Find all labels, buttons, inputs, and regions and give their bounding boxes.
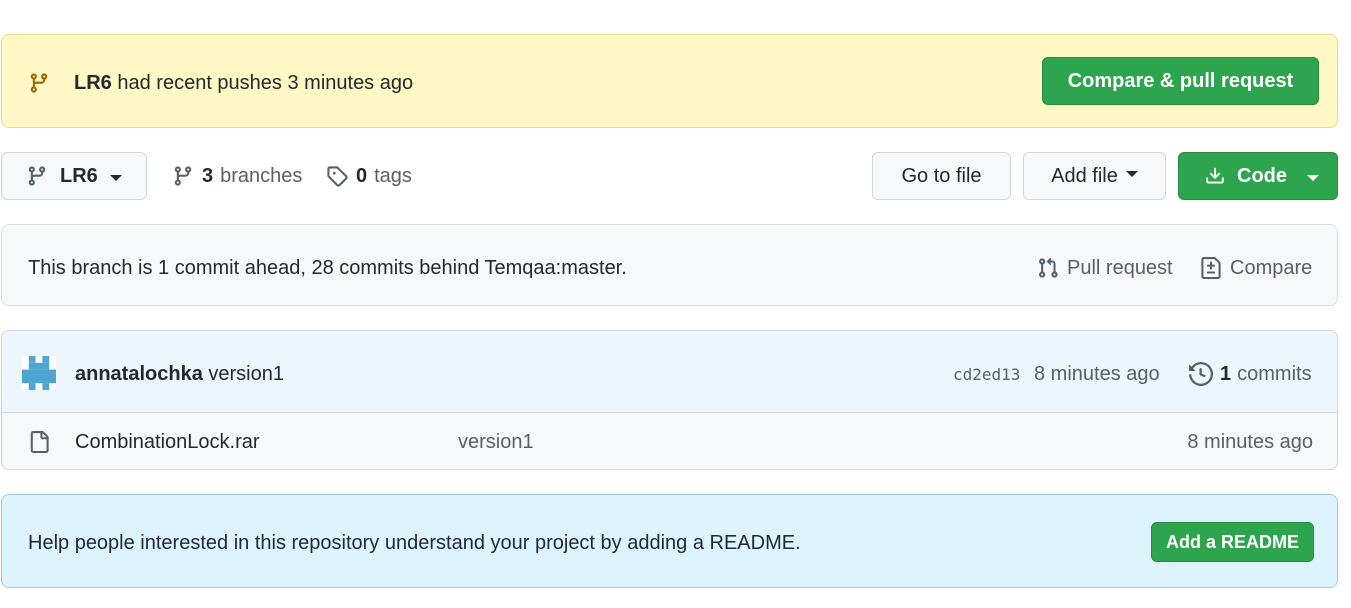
avatar[interactable] — [22, 356, 56, 390]
commit-summary: annatalochka version1 — [75, 362, 284, 386]
commits-label: commits — [1237, 363, 1312, 385]
commit-time: 8 minutes ago — [1034, 363, 1160, 385]
branches-label: branches — [220, 165, 303, 187]
tags-count: 0 — [356, 165, 368, 187]
file-icon — [30, 431, 49, 453]
recent-pushes-message: had recent pushes 3 minutes ago — [117, 72, 414, 94]
add-readme-button[interactable]: Add a README — [1151, 522, 1314, 562]
code-label: Code — [1237, 164, 1287, 187]
go-to-file-button[interactable]: Go to file — [872, 152, 1011, 200]
file-commit-time: 8 minutes ago — [1187, 431, 1313, 453]
commit-author[interactable]: annatalochka — [75, 363, 203, 385]
commits-count: 1 — [1220, 363, 1232, 385]
chevron-down-icon — [109, 174, 122, 181]
file-diff-icon — [1201, 257, 1221, 279]
compare-label: Compare — [1230, 257, 1313, 279]
git-branch-icon — [30, 73, 48, 93]
latest-commit-row: annatalochka version1 cd2ed13 8 minutes … — [2, 331, 1337, 413]
commit-sha[interactable]: cd2ed13 — [953, 365, 1020, 384]
file-name[interactable]: CombinationLock.rar — [75, 430, 260, 454]
git-branch-icon — [28, 166, 46, 186]
branch-selector-button[interactable]: LR6 — [1, 152, 147, 200]
code-button[interactable]: Code — [1178, 152, 1338, 200]
readme-prompt: Help people interested in this repositor… — [1, 494, 1338, 588]
compare-link[interactable]: Compare — [1200, 256, 1312, 280]
download-icon — [1206, 167, 1224, 184]
chevron-down-icon — [1125, 171, 1138, 177]
ahead-behind-text: This branch is 1 commit ahead, 28 commit… — [28, 257, 627, 279]
git-pull-request-icon — [1039, 257, 1058, 278]
file-commit-message[interactable]: version1 — [458, 430, 534, 454]
branches-link[interactable]: 3 branches — [172, 164, 302, 188]
branch-comparison-box: This branch is 1 commit ahead, 28 commit… — [1, 224, 1338, 306]
pull-request-label: Pull request — [1067, 257, 1173, 279]
tag-icon — [327, 166, 348, 187]
pushed-branch-name[interactable]: LR6 — [74, 72, 112, 94]
branch-selector-label: LR6 — [60, 164, 98, 187]
file-browser: annatalochka version1 cd2ed13 8 minutes … — [1, 330, 1338, 470]
readme-prompt-text: Help people interested in this repositor… — [28, 532, 801, 554]
tags-link[interactable]: 0 tags — [326, 164, 412, 188]
branches-count: 3 — [202, 165, 214, 187]
pull-request-link[interactable]: Pull request — [1037, 256, 1173, 280]
commit-message[interactable]: version1 — [208, 363, 284, 385]
add-file-label: Add file — [1051, 164, 1118, 187]
compare-pull-request-button[interactable]: Compare & pull request — [1042, 57, 1319, 105]
add-file-button[interactable]: Add file — [1023, 152, 1166, 200]
git-branch-icon — [174, 166, 192, 186]
file-row[interactable]: CombinationLock.rar version1 8 minutes a… — [2, 413, 1337, 469]
chevron-down-icon — [1307, 174, 1319, 181]
history-icon — [1189, 362, 1213, 386]
recent-pushes-text: LR6 had recent pushes 3 minutes ago — [74, 71, 413, 95]
commits-history-link[interactable]: 1 commits — [1189, 362, 1312, 386]
tags-label: tags — [374, 165, 412, 187]
